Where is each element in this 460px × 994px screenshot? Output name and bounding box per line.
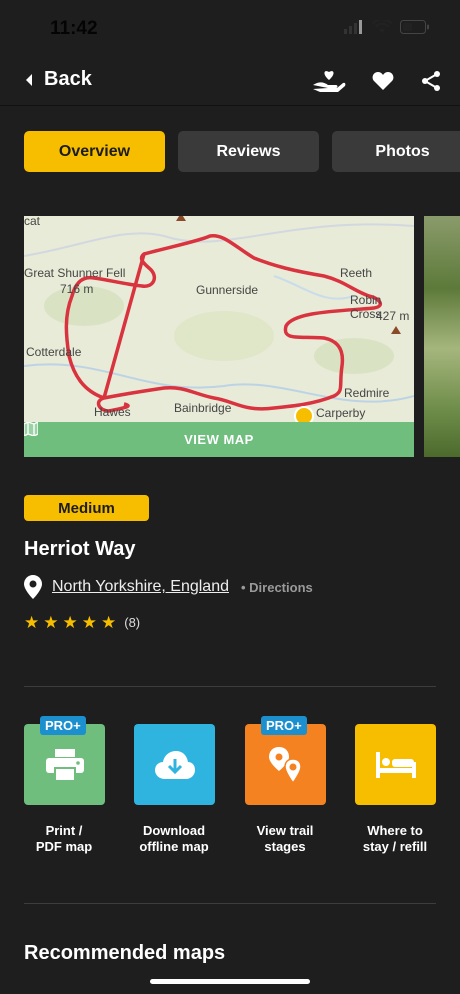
map-preview[interactable]: cat Great Shunner Fell 716 m Gunnerside … — [24, 216, 414, 457]
share-icon[interactable] — [420, 70, 442, 92]
map-label-redmire: Redmire — [344, 386, 390, 400]
donate-hand-heart-icon[interactable] — [312, 68, 346, 94]
star-icon: ★ — [101, 613, 117, 632]
where-to-stay-label: Where to stay / refill — [362, 823, 428, 854]
location-pin-icon — [24, 575, 42, 599]
view-map-button[interactable]: VIEW MAP — [24, 422, 414, 457]
map-label-great-shunner-fell: Great Shunner Fell — [24, 266, 126, 280]
status-bar: 11:42 — [0, 0, 460, 60]
recommended-maps-heading: Recommended maps — [24, 942, 226, 964]
star-icon: ★ — [62, 613, 78, 632]
wifi-icon — [372, 20, 392, 33]
trail-title: Herriot Way — [24, 538, 136, 560]
map-label-reeth: Reeth — [340, 266, 373, 280]
map-label-cut: cat — [24, 216, 41, 228]
download-offline-map-label: Download offline map — [139, 823, 209, 854]
tab-photos[interactable]: Photos — [332, 131, 460, 172]
battery-icon — [400, 20, 429, 34]
heart-icon[interactable] — [372, 71, 394, 91]
tab-bar: Overview Reviews Photos — [24, 131, 460, 172]
tab-reviews[interactable]: Reviews — [178, 131, 319, 172]
map-fold-icon — [24, 422, 38, 436]
rating-count: (8) — [124, 615, 141, 630]
status-icons — [344, 20, 430, 34]
back-button[interactable]: Back — [24, 68, 92, 91]
print-pdf-map-action[interactable]: PRO+ Print / PDF map — [24, 716, 105, 855]
difficulty-badge: Medium — [24, 495, 149, 521]
map-pins-icon — [268, 746, 302, 783]
status-time: 11:42 — [50, 18, 98, 39]
map-label-cotterdale: Cotterdale — [26, 345, 82, 359]
location-row: North Yorkshire, England • Directions — [24, 575, 313, 599]
divider — [24, 903, 436, 904]
cellular-signal-icon — [344, 20, 362, 34]
header-divider — [0, 105, 460, 106]
home-indicator[interactable] — [150, 979, 310, 984]
where-to-stay-action[interactable]: Where to stay / refill — [355, 724, 436, 855]
download-offline-map-tile[interactable] — [134, 724, 215, 805]
cloud-download-icon — [154, 750, 195, 779]
map-label-gunnerside: Gunnerside — [196, 283, 259, 297]
star-icon: ★ — [24, 613, 40, 632]
bed-icon — [375, 751, 416, 778]
map-label-elevation-2: 427 m — [376, 309, 410, 323]
view-trail-stages-label: View trail stages — [256, 823, 314, 854]
back-label: Back — [44, 68, 92, 90]
printer-icon — [45, 748, 84, 781]
directions-link[interactable]: • Directions — [241, 580, 313, 595]
pro-plus-badge: PRO+ — [40, 716, 86, 735]
map-label-bainbridge: Bainbridge — [174, 401, 232, 415]
star-icon: ★ — [43, 613, 59, 632]
map-label-carperby: Carperby — [316, 406, 366, 420]
tab-overview[interactable]: Overview — [24, 131, 165, 172]
where-to-stay-tile[interactable] — [355, 724, 436, 805]
print-pdf-map-label: Print / PDF map — [35, 823, 93, 854]
star-icon: ★ — [81, 613, 97, 632]
view-trail-stages-tile[interactable]: PRO+ — [245, 716, 326, 805]
pro-plus-badge: PRO+ — [261, 716, 307, 735]
view-map-label: VIEW MAP — [184, 432, 254, 447]
top-bar: Back — [0, 60, 460, 104]
photo-carousel-peek[interactable] — [424, 216, 460, 457]
view-trail-stages-action[interactable]: PRO+ View trail stages — [245, 716, 326, 855]
map-image — [24, 216, 414, 426]
map-label-elevation-1: 716 m — [60, 282, 94, 296]
map-label-hawes: Hawes — [94, 405, 131, 419]
download-offline-map-action[interactable]: Download offline map — [134, 724, 215, 855]
divider — [24, 686, 436, 687]
location-link[interactable]: North Yorkshire, England — [52, 578, 229, 596]
print-pdf-map-tile[interactable]: PRO+ — [24, 716, 105, 805]
rating-row[interactable]: ★ ★ ★ ★ ★ (8) — [24, 614, 140, 631]
back-arrow-icon — [26, 73, 32, 86]
